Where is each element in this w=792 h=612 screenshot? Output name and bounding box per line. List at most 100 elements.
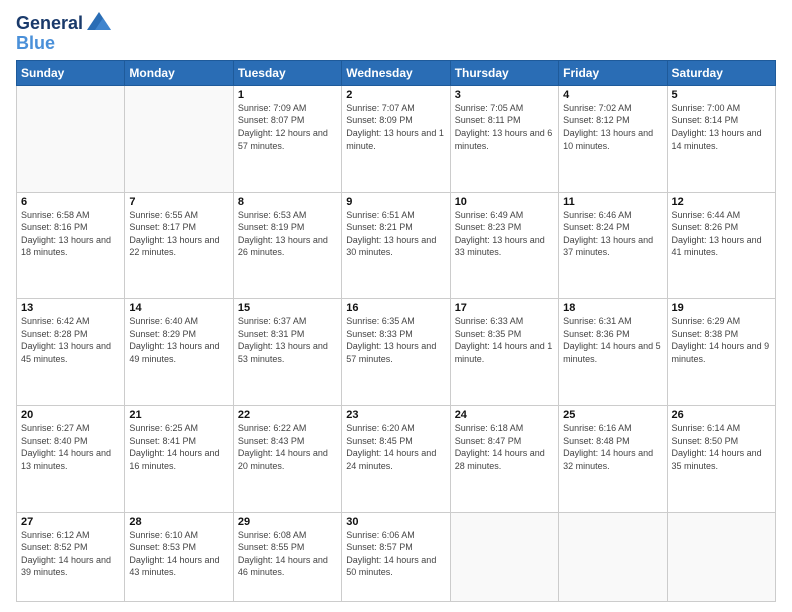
calendar-cell: [125, 85, 233, 192]
cell-info: Sunrise: 6:40 AMSunset: 8:29 PMDaylight:…: [129, 315, 228, 365]
week-row-3: 13Sunrise: 6:42 AMSunset: 8:28 PMDayligh…: [17, 299, 776, 406]
cell-info: Sunrise: 6:58 AMSunset: 8:16 PMDaylight:…: [21, 209, 120, 259]
calendar-cell: 1Sunrise: 7:09 AMSunset: 8:07 PMDaylight…: [233, 85, 341, 192]
day-number: 4: [563, 89, 662, 101]
day-number: 2: [346, 89, 445, 101]
cell-info: Sunrise: 6:51 AMSunset: 8:21 PMDaylight:…: [346, 209, 445, 259]
calendar-cell: 11Sunrise: 6:46 AMSunset: 8:24 PMDayligh…: [559, 192, 667, 299]
day-number: 30: [346, 516, 445, 528]
calendar-cell: 23Sunrise: 6:20 AMSunset: 8:45 PMDayligh…: [342, 405, 450, 512]
calendar-cell: 6Sunrise: 6:58 AMSunset: 8:16 PMDaylight…: [17, 192, 125, 299]
calendar-cell: 13Sunrise: 6:42 AMSunset: 8:28 PMDayligh…: [17, 299, 125, 406]
day-number: 13: [21, 302, 120, 314]
weekday-header-friday: Friday: [559, 60, 667, 85]
cell-info: Sunrise: 6:46 AMSunset: 8:24 PMDaylight:…: [563, 209, 662, 259]
weekday-header-saturday: Saturday: [667, 60, 775, 85]
cell-info: Sunrise: 6:12 AMSunset: 8:52 PMDaylight:…: [21, 529, 120, 579]
weekday-header-monday: Monday: [125, 60, 233, 85]
week-row-4: 20Sunrise: 6:27 AMSunset: 8:40 PMDayligh…: [17, 405, 776, 512]
week-row-2: 6Sunrise: 6:58 AMSunset: 8:16 PMDaylight…: [17, 192, 776, 299]
day-number: 14: [129, 302, 228, 314]
cell-info: Sunrise: 6:06 AMSunset: 8:57 PMDaylight:…: [346, 529, 445, 579]
day-number: 27: [21, 516, 120, 528]
calendar-cell: 5Sunrise: 7:00 AMSunset: 8:14 PMDaylight…: [667, 85, 775, 192]
cell-info: Sunrise: 6:14 AMSunset: 8:50 PMDaylight:…: [672, 422, 771, 472]
calendar-cell: 28Sunrise: 6:10 AMSunset: 8:53 PMDayligh…: [125, 512, 233, 601]
calendar-cell: 17Sunrise: 6:33 AMSunset: 8:35 PMDayligh…: [450, 299, 558, 406]
calendar-cell: 20Sunrise: 6:27 AMSunset: 8:40 PMDayligh…: [17, 405, 125, 512]
day-number: 19: [672, 302, 771, 314]
calendar-cell: 22Sunrise: 6:22 AMSunset: 8:43 PMDayligh…: [233, 405, 341, 512]
calendar-cell: 10Sunrise: 6:49 AMSunset: 8:23 PMDayligh…: [450, 192, 558, 299]
logo: General Blue: [16, 10, 113, 54]
calendar-cell: 3Sunrise: 7:05 AMSunset: 8:11 PMDaylight…: [450, 85, 558, 192]
cell-info: Sunrise: 7:09 AMSunset: 8:07 PMDaylight:…: [238, 102, 337, 152]
calendar-cell: 7Sunrise: 6:55 AMSunset: 8:17 PMDaylight…: [125, 192, 233, 299]
day-number: 26: [672, 409, 771, 421]
calendar-cell: 24Sunrise: 6:18 AMSunset: 8:47 PMDayligh…: [450, 405, 558, 512]
day-number: 11: [563, 196, 662, 208]
cell-info: Sunrise: 6:16 AMSunset: 8:48 PMDaylight:…: [563, 422, 662, 472]
cell-info: Sunrise: 6:22 AMSunset: 8:43 PMDaylight:…: [238, 422, 337, 472]
week-row-5: 27Sunrise: 6:12 AMSunset: 8:52 PMDayligh…: [17, 512, 776, 601]
weekday-header-row: SundayMondayTuesdayWednesdayThursdayFrid…: [17, 60, 776, 85]
calendar-cell: 2Sunrise: 7:07 AMSunset: 8:09 PMDaylight…: [342, 85, 450, 192]
calendar-cell: 19Sunrise: 6:29 AMSunset: 8:38 PMDayligh…: [667, 299, 775, 406]
cell-info: Sunrise: 7:07 AMSunset: 8:09 PMDaylight:…: [346, 102, 445, 152]
cell-info: Sunrise: 6:20 AMSunset: 8:45 PMDaylight:…: [346, 422, 445, 472]
day-number: 6: [21, 196, 120, 208]
weekday-header-tuesday: Tuesday: [233, 60, 341, 85]
day-number: 21: [129, 409, 228, 421]
cell-info: Sunrise: 6:18 AMSunset: 8:47 PMDaylight:…: [455, 422, 554, 472]
cell-info: Sunrise: 6:35 AMSunset: 8:33 PMDaylight:…: [346, 315, 445, 365]
day-number: 17: [455, 302, 554, 314]
cell-info: Sunrise: 6:29 AMSunset: 8:38 PMDaylight:…: [672, 315, 771, 365]
day-number: 15: [238, 302, 337, 314]
calendar-cell: [559, 512, 667, 601]
day-number: 10: [455, 196, 554, 208]
day-number: 1: [238, 89, 337, 101]
day-number: 9: [346, 196, 445, 208]
header: General Blue: [16, 10, 776, 54]
calendar-cell: 27Sunrise: 6:12 AMSunset: 8:52 PMDayligh…: [17, 512, 125, 601]
calendar-cell: 25Sunrise: 6:16 AMSunset: 8:48 PMDayligh…: [559, 405, 667, 512]
cell-info: Sunrise: 6:08 AMSunset: 8:55 PMDaylight:…: [238, 529, 337, 579]
weekday-header-sunday: Sunday: [17, 60, 125, 85]
day-number: 29: [238, 516, 337, 528]
day-number: 8: [238, 196, 337, 208]
day-number: 25: [563, 409, 662, 421]
calendar-cell: 16Sunrise: 6:35 AMSunset: 8:33 PMDayligh…: [342, 299, 450, 406]
calendar-cell: 15Sunrise: 6:37 AMSunset: 8:31 PMDayligh…: [233, 299, 341, 406]
day-number: 5: [672, 89, 771, 101]
cell-info: Sunrise: 6:31 AMSunset: 8:36 PMDaylight:…: [563, 315, 662, 365]
day-number: 23: [346, 409, 445, 421]
day-number: 7: [129, 196, 228, 208]
weekday-header-thursday: Thursday: [450, 60, 558, 85]
day-number: 18: [563, 302, 662, 314]
calendar-cell: [450, 512, 558, 601]
cell-info: Sunrise: 6:25 AMSunset: 8:41 PMDaylight:…: [129, 422, 228, 472]
day-number: 12: [672, 196, 771, 208]
cell-info: Sunrise: 6:49 AMSunset: 8:23 PMDaylight:…: [455, 209, 554, 259]
calendar-cell: 30Sunrise: 6:06 AMSunset: 8:57 PMDayligh…: [342, 512, 450, 601]
logo-text: General: [16, 14, 83, 34]
cell-info: Sunrise: 6:33 AMSunset: 8:35 PMDaylight:…: [455, 315, 554, 365]
cell-info: Sunrise: 6:55 AMSunset: 8:17 PMDaylight:…: [129, 209, 228, 259]
day-number: 22: [238, 409, 337, 421]
calendar-cell: 12Sunrise: 6:44 AMSunset: 8:26 PMDayligh…: [667, 192, 775, 299]
calendar-cell: 14Sunrise: 6:40 AMSunset: 8:29 PMDayligh…: [125, 299, 233, 406]
page: General Blue SundayMondayTuesdayWednesda…: [0, 0, 792, 612]
day-number: 24: [455, 409, 554, 421]
logo-icon: [85, 10, 113, 38]
cell-info: Sunrise: 7:02 AMSunset: 8:12 PMDaylight:…: [563, 102, 662, 152]
calendar-cell: 21Sunrise: 6:25 AMSunset: 8:41 PMDayligh…: [125, 405, 233, 512]
cell-info: Sunrise: 6:42 AMSunset: 8:28 PMDaylight:…: [21, 315, 120, 365]
day-number: 20: [21, 409, 120, 421]
calendar-cell: 26Sunrise: 6:14 AMSunset: 8:50 PMDayligh…: [667, 405, 775, 512]
cell-info: Sunrise: 6:27 AMSunset: 8:40 PMDaylight:…: [21, 422, 120, 472]
calendar-cell: [667, 512, 775, 601]
calendar-cell: 9Sunrise: 6:51 AMSunset: 8:21 PMDaylight…: [342, 192, 450, 299]
cell-info: Sunrise: 6:53 AMSunset: 8:19 PMDaylight:…: [238, 209, 337, 259]
weekday-header-wednesday: Wednesday: [342, 60, 450, 85]
cell-info: Sunrise: 6:44 AMSunset: 8:26 PMDaylight:…: [672, 209, 771, 259]
